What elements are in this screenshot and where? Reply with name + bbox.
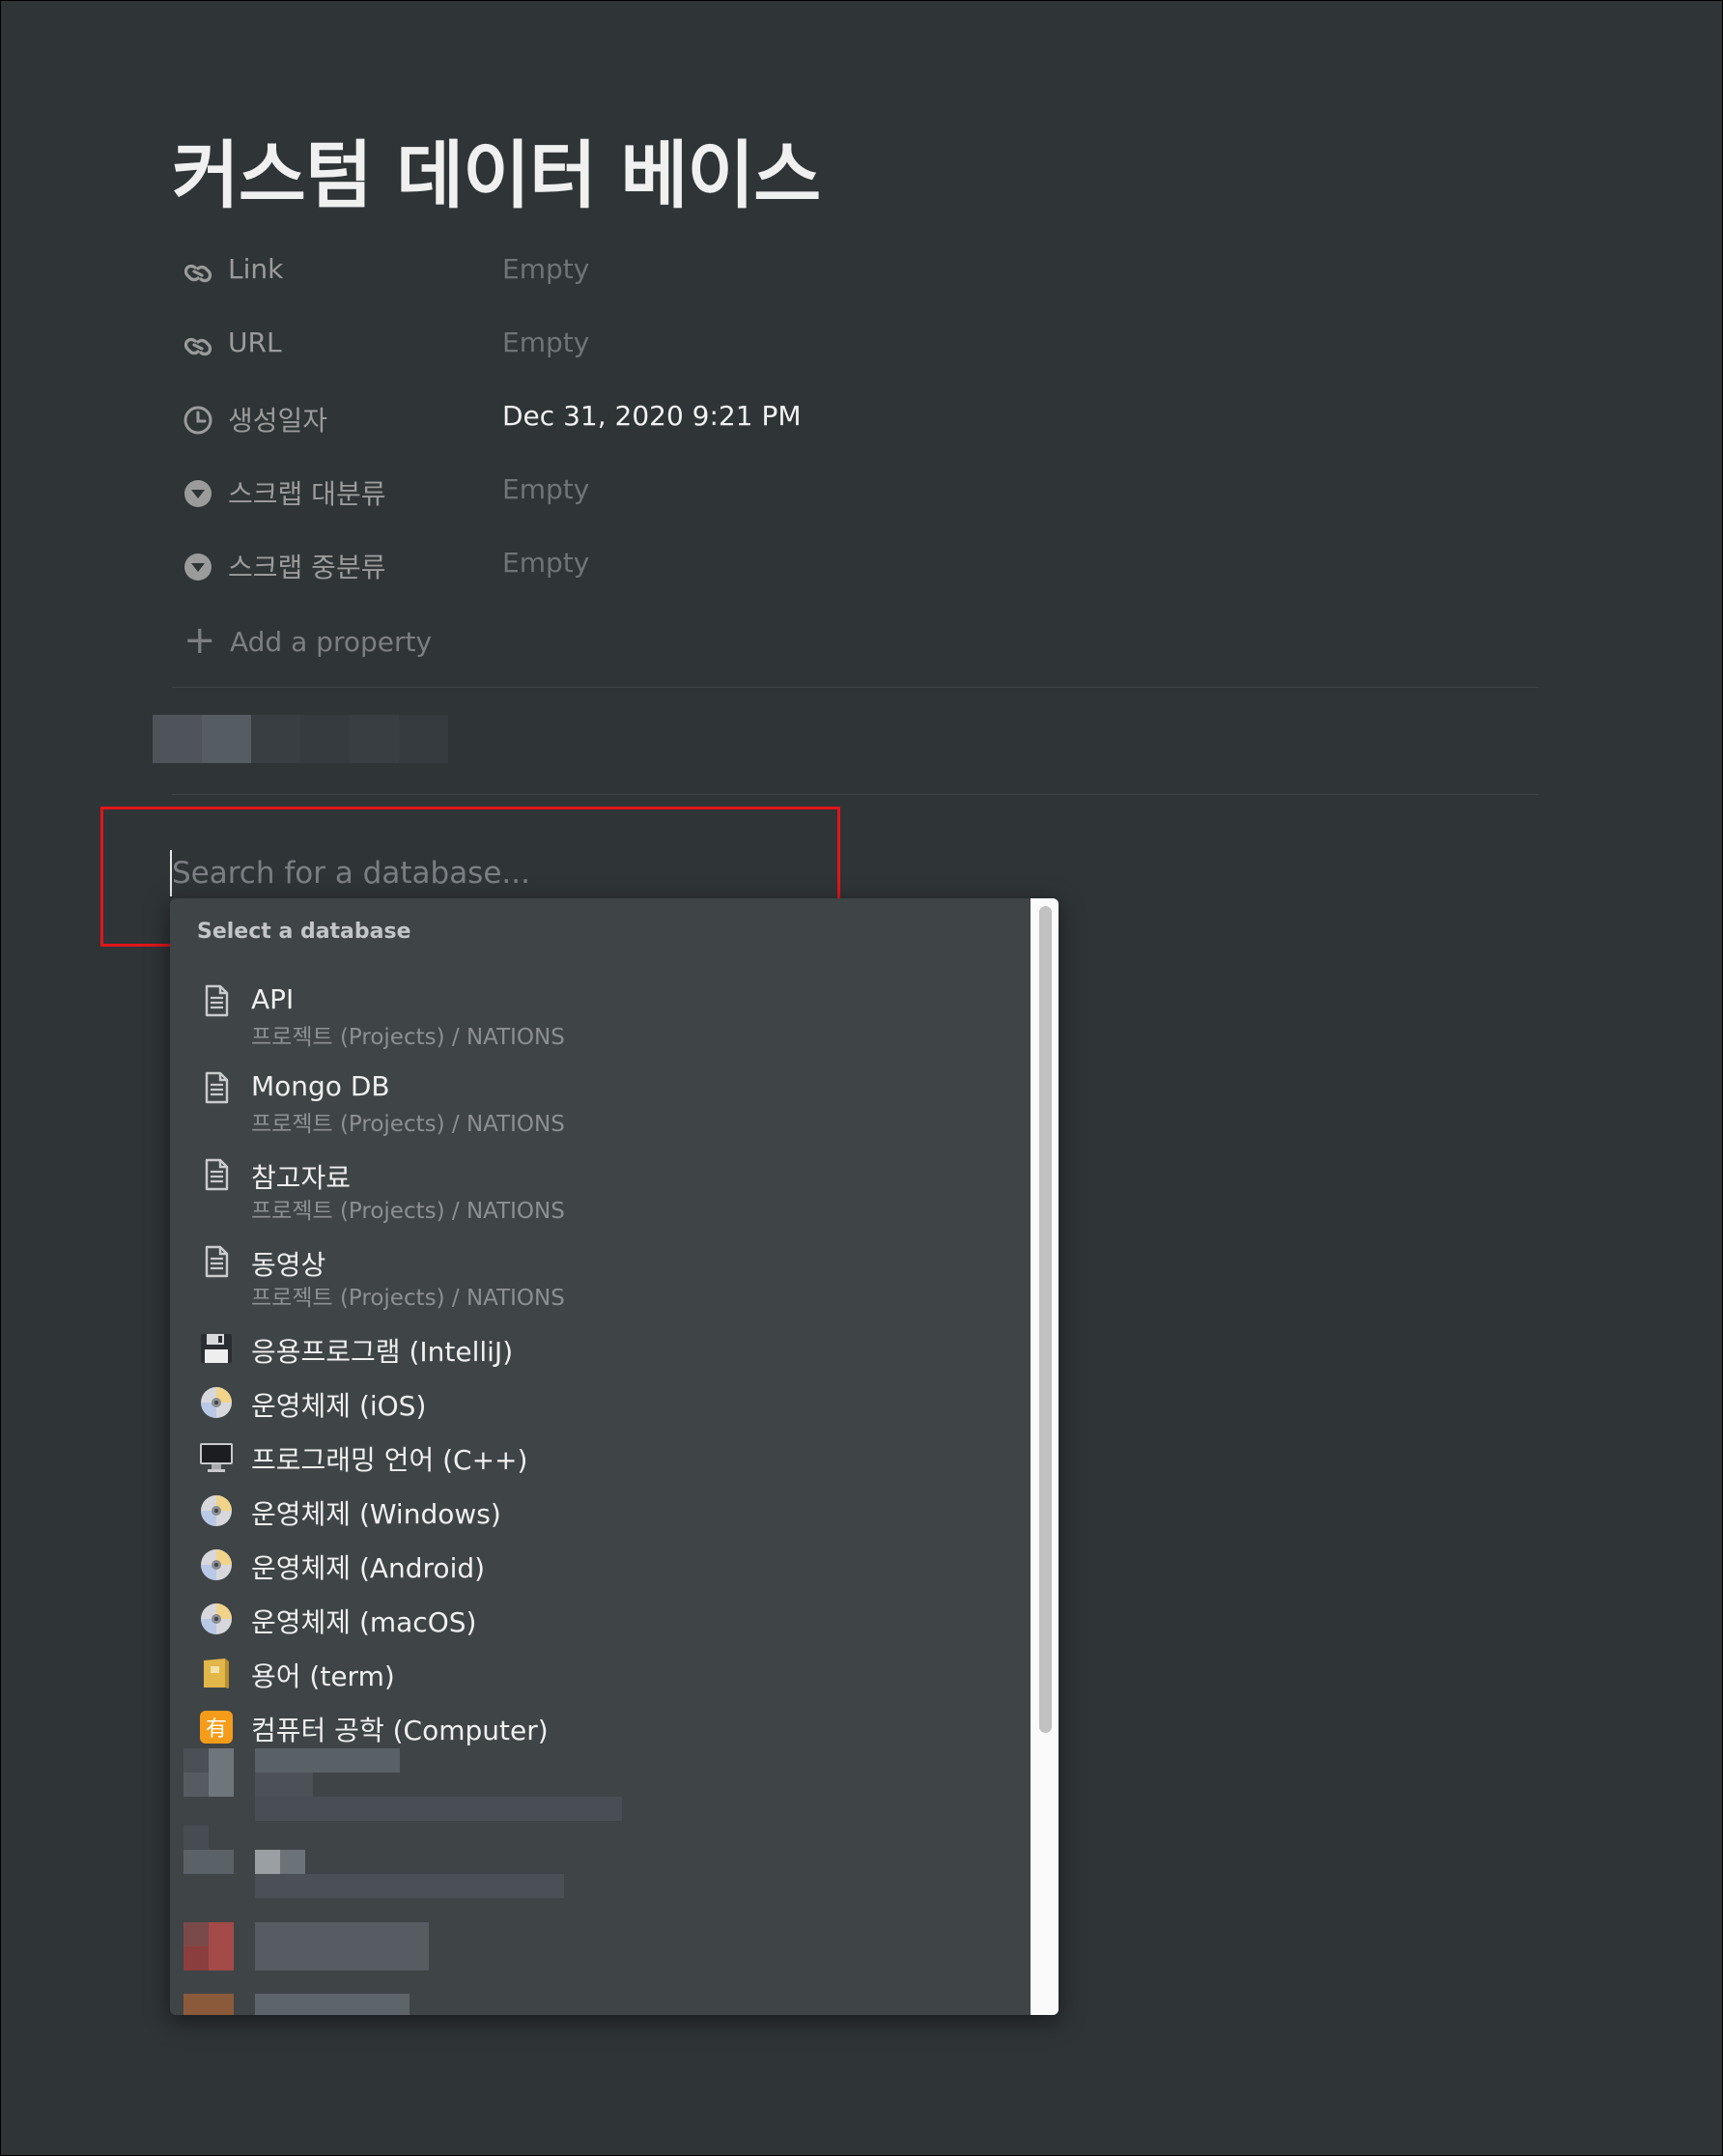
properties-list: Link Empty URL Empty 생성일자 Dec 31, 2020 9… [172,241,1524,686]
page-icon [199,983,234,1018]
item-path: 프로젝트 (Projects) / NATIONS [251,1025,565,1050]
property-row-created-time[interactable]: 생성일자 Dec 31, 2020 9:21 PM [172,388,1524,462]
item-path: 프로젝트 (Projects) / NATIONS [251,1199,565,1224]
page-title[interactable]: 커스텀 데이터 베이스 [172,116,821,222]
floppy-disk-icon [199,1331,234,1366]
plus-icon: + [184,618,216,663]
list-item-page[interactable]: 참고자료 프로젝트 (Projects) / NATIONS [170,1149,1030,1233]
list-item-page[interactable]: API 프로젝트 (Projects) / NATIONS [170,976,1030,1059]
list-item-database[interactable]: 운영체제 (macOS) [170,1590,1030,1644]
list-item-page[interactable]: 동영상 프로젝트 (Projects) / NATIONS [170,1236,1030,1319]
property-value[interactable]: Empty [502,326,589,358]
list-item-database[interactable]: 용어 (term) [170,1644,1030,1698]
add-property-label: Add a property [230,626,433,658]
yellow-book-icon [199,1656,234,1690]
property-value[interactable]: Empty [502,253,589,285]
add-property-button[interactable]: + Add a property [172,609,1524,686]
item-name: 참고자료 [251,1162,352,1194]
scrollbar-thumb[interactable] [1039,906,1052,1733]
optical-disc-icon [199,1385,234,1420]
property-row-major-category[interactable]: 스크랩 대분류 Empty [172,462,1524,535]
item-name: 컴퓨터 공학 (Computer) [251,1715,549,1746]
item-name: 용어 (term) [251,1660,395,1692]
scrollbar[interactable] [1031,898,1059,2015]
optical-disc-icon [199,1493,234,1528]
property-row-middle-category[interactable]: 스크랩 중분류 Empty [172,535,1524,609]
list-item-database[interactable]: 응용프로그램 (IntelliJ) [170,1319,1030,1374]
list-item-database[interactable]: 운영체제 (Windows) [170,1482,1030,1536]
list-item-page[interactable]: Mongo DB 프로젝트 (Projects) / NATIONS [170,1063,1030,1146]
item-name: 운영체제 (Android) [251,1552,486,1584]
item-name: 운영체제 (Windows) [251,1498,501,1530]
select-icon [182,477,214,510]
item-name: API [251,983,295,1015]
property-value[interactable]: Dec 31, 2020 9:21 PM [502,400,802,432]
list-item-database[interactable]: 운영체제 (iOS) [170,1374,1030,1428]
property-name: 스크랩 중분류 [228,552,386,583]
dropdown-header: Select a database [197,920,411,944]
list-item-database[interactable]: 有 컴퓨터 공학 (Computer) [170,1698,1030,1752]
item-name: 운영체제 (macOS) [251,1606,477,1638]
page-icon [199,1070,234,1105]
list-item-database[interactable]: 프로그래밍 언어 (C++) [170,1428,1030,1482]
item-path: 프로젝트 (Projects) / NATIONS [251,1112,565,1137]
svg-text:有: 有 [206,1717,227,1742]
property-row-url[interactable]: URL Empty [172,315,1524,388]
item-name: 응용프로그램 (IntelliJ) [251,1336,514,1368]
link-icon [182,330,214,363]
clock-icon [182,404,214,437]
property-value[interactable]: Empty [502,547,589,579]
page-icon [199,1157,234,1192]
optical-disc-icon [199,1547,234,1582]
property-name: URL [228,326,282,358]
property-value[interactable]: Empty [502,473,589,505]
item-name: 프로그래밍 언어 (C++) [251,1444,528,1476]
item-path: 프로젝트 (Projects) / NATIONS [251,1286,565,1311]
property-name: 스크랩 대분류 [228,478,386,510]
link-icon [182,257,214,290]
item-name: Mongo DB [251,1070,390,1102]
item-name: 운영체제 (iOS) [251,1390,427,1422]
divider [172,794,1539,795]
page-icon [199,1244,234,1279]
select-icon [182,551,214,583]
property-name: 생성일자 [228,405,328,437]
item-name: 동영상 [251,1249,326,1281]
kanji-have-icon: 有 [199,1710,234,1745]
property-name: Link [228,253,284,285]
optical-disc-icon [199,1602,234,1636]
blurred-content [153,715,448,763]
desktop-computer-icon [199,1439,234,1474]
database-picker-dropdown[interactable]: Select a database API 프로젝트 (Projects) / … [170,898,1059,2015]
property-row-link[interactable]: Link Empty [172,241,1524,315]
divider [172,687,1539,688]
list-item-database[interactable]: 운영체제 (Android) [170,1536,1030,1590]
